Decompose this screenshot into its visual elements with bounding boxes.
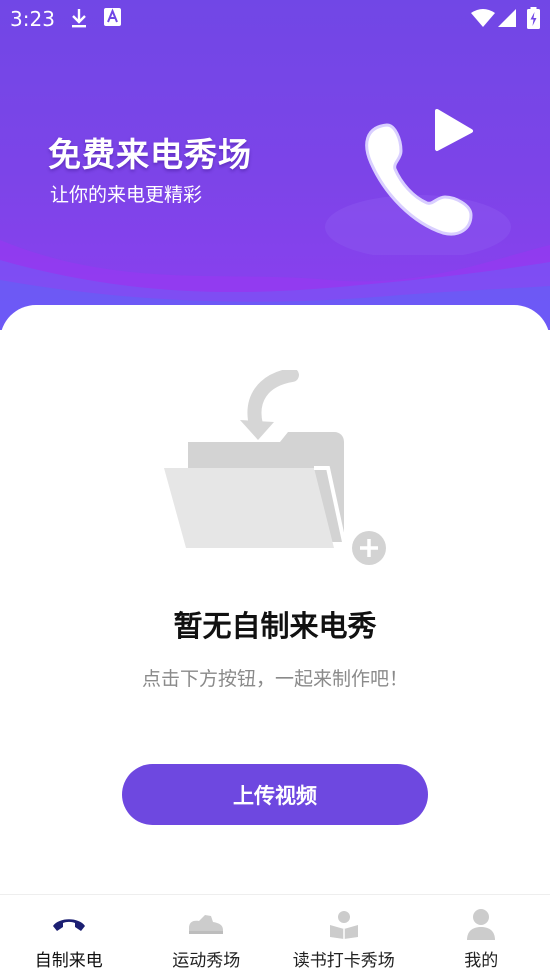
phone-play-icon — [325, 105, 525, 255]
app-notification-icon — [104, 8, 121, 26]
sneaker-icon — [187, 912, 225, 936]
reading-icon — [328, 909, 360, 939]
tab-label: 读书打卡秀场 — [293, 946, 395, 971]
tab-label: 我的 — [464, 946, 498, 971]
tab-sports-show[interactable]: 运动秀场 — [138, 895, 276, 980]
tab-mine[interactable]: 我的 — [413, 895, 550, 980]
profile-icon — [466, 908, 496, 940]
phone-icon — [51, 914, 87, 934]
empty-state-subtitle: 点击下方按钮，一起来制作吧！ — [0, 664, 550, 691]
empty-state-title: 暂无自制来电秀 — [0, 603, 550, 645]
tab-label: 自制来电 — [35, 946, 103, 971]
upload-video-button[interactable]: 上传视频 — [122, 764, 428, 825]
empty-folder-icon — [162, 370, 392, 570]
tab-label: 运动秀场 — [172, 946, 240, 971]
wifi-icon — [471, 9, 495, 27]
banner-subtitle: 让你的来电更精彩 — [50, 180, 202, 207]
signal-icon — [498, 9, 516, 27]
tab-custom-ringtone[interactable]: 自制来电 — [0, 895, 138, 980]
tab-reading-checkin[interactable]: 读书打卡秀场 — [275, 895, 413, 980]
banner-title: 免费来电秀场 — [48, 128, 252, 176]
header-banner: 3:23 免费来电秀场 让你的来电更精彩 — [0, 0, 550, 330]
download-icon — [70, 8, 88, 28]
status-bar: 3:23 — [0, 0, 550, 38]
battery-icon — [527, 7, 540, 29]
status-time: 3:23 — [10, 7, 55, 31]
bottom-tab-bar: 自制来电 运动秀场 读书打卡秀场 我的 — [0, 894, 550, 980]
